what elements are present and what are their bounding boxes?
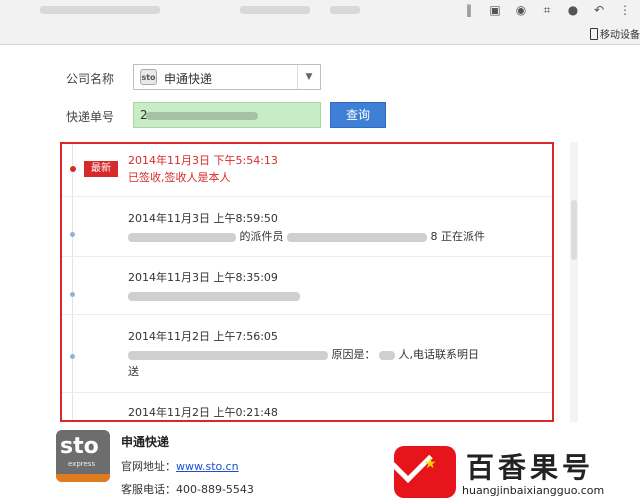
company-name: 申通快递 [121,435,170,449]
tracking-number-input[interactable]: 2 [133,102,321,128]
undo-icon[interactable]: ↶ [592,3,606,17]
blurred-tab-text [40,6,160,14]
redacted-text [379,350,395,360]
sto-mini-logo: sto [140,69,157,85]
toolbar-icons: ‖ ▣ ◉ ⌗ ● ↶ ⋮ [462,0,632,20]
redacted-text [128,232,236,242]
tracking-results-panel: 最新 2014年11月3日 下午5:54:13 已签收,签收人是本人 2014年… [60,142,554,422]
mobile-link-label: 移动设备 [600,30,640,41]
entry-text: 已签收,签收人是本人 [128,171,231,184]
latest-badge: 最新 [84,161,118,177]
redacted-text [128,291,300,301]
library-icon[interactable]: ‖ [462,3,476,17]
entry-time: 2014年11月2日 上午7:56:05 [128,330,278,343]
redacted-text [287,232,427,242]
watermark-logo: ★ [390,440,456,498]
browser-toolbar: ‖ ▣ ◉ ⌗ ● ↶ ⋮ 移动设备 [0,0,640,45]
phone-line: 客服电话：400-889-5543 [121,481,254,497]
entry-text-tail: 8 正在派件 [430,230,486,243]
sto-logo-stripe [56,474,110,482]
blurred-tab-text [330,6,360,14]
entry-text-mid: 人,电话联系明日 [398,348,480,361]
website-label: 官网地址： [121,460,176,473]
account-icon[interactable]: ◉ [514,3,528,17]
timeline-dot [70,166,76,172]
tracking-entry: 最新 2014年11月3日 下午5:54:13 已签收,签收人是本人 [62,144,552,197]
entry-time: 2014年11月3日 上午8:59:50 [128,212,278,225]
entry-text-visible: 原因是： [331,348,376,361]
query-button[interactable]: 查询 [330,102,386,128]
crop-icon[interactable]: ⌗ [540,3,554,17]
entry-time: 2014年11月3日 下午5:54:13 [128,154,278,167]
chevron-down-icon[interactable]: ▼ [297,65,320,89]
website-line: 官网地址：www.sto.cn [121,458,239,474]
tracking-entry: 2014年11月3日 上午8:59:50 的派件员 8 正在派件 [62,196,552,257]
company-select[interactable]: sto 申通快递 ▼ [133,64,321,90]
star-icon: ★ [424,456,437,472]
timeline-dot [70,292,75,297]
mobile-bookmarks-link[interactable]: 移动设备 [590,26,640,41]
entry-text: 的派件员 8 正在派件 [128,228,538,245]
sto-logo-subtext: express [68,460,96,468]
watermark-url: huangjinbaixiangguo.com [462,484,605,497]
entry-time: 2014年11月2日 上午0:21:48 [128,406,278,419]
timeline-dot [70,232,75,237]
sto-logo-text: sto [60,434,99,459]
tracking-entry: 2014年11月2日 上午7:56:05 原因是： 人,电话联系明日 送 [62,314,552,393]
timeline-dot [70,354,75,359]
tracking-label: 快递单号 [66,110,115,124]
entry-text-visible: 的派件员 [239,230,284,243]
sidebar-icon[interactable]: ▣ [488,3,502,17]
chat-icon[interactable]: ● [566,3,580,17]
watermark-title: 百香果号 [466,451,595,484]
phone-icon [590,27,598,40]
entry-text-line2: 送 [128,365,139,378]
company-label: 公司名称 [66,72,115,86]
menu-icon[interactable]: ⋮ [618,3,632,17]
redacted-text [128,350,328,360]
sto-express-logo: sto express [56,430,110,482]
entry-text: 原因是： 人,电话联系明日 送 [128,346,538,380]
website-link[interactable]: www.sto.cn [176,460,239,473]
results-scrollbar[interactable] [570,142,578,422]
results-scrollbar-thumb[interactable] [571,200,577,260]
tracking-entry: 2014年11月3日 上午8:35:09 [62,256,552,315]
redacted-tracking-number [146,112,258,120]
entry-text [128,287,538,304]
phone-value: 400-889-5543 [176,483,254,496]
entry-time: 2014年11月3日 上午8:35:09 [128,271,278,284]
phone-label: 客服电话： [121,483,176,496]
tracking-entry: 2014年11月2日 上午0:21:48 [62,392,552,420]
blurred-tab-text [240,6,310,14]
company-select-value: 申通快递 [164,72,213,86]
